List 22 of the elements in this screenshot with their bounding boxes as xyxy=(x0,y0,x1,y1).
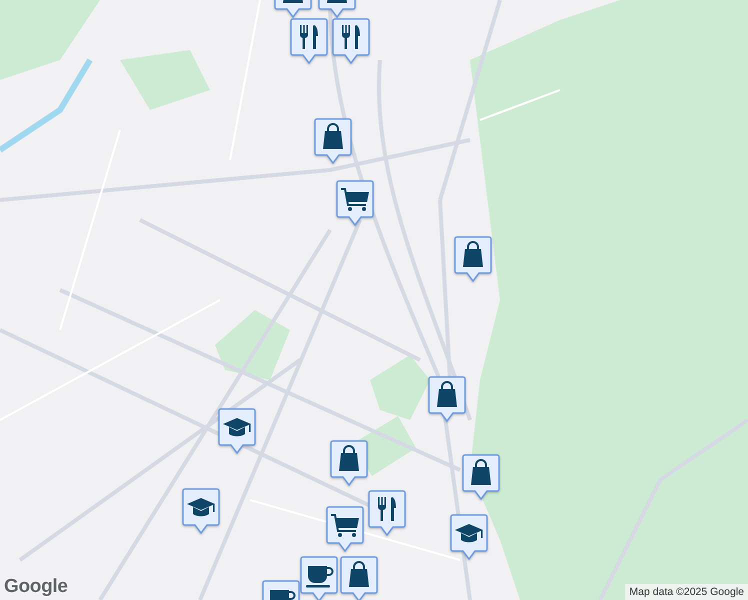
graduation-cap-icon xyxy=(187,498,215,516)
fork-and-knife-icon xyxy=(342,25,360,49)
shopping-bag-icon xyxy=(463,241,483,267)
map-attribution: Map data ©2025 Google xyxy=(625,584,748,600)
shopping-bag-icon xyxy=(349,561,369,587)
shopping-bag-icon xyxy=(437,381,457,407)
map-view[interactable]: Google Map data ©2025 Google xyxy=(0,0,748,600)
graduation-cap-icon xyxy=(455,524,483,542)
coffee-cup-icon xyxy=(270,590,296,600)
shopping-bag-icon xyxy=(471,459,491,485)
shopping-bag-icon xyxy=(283,0,303,3)
coffee-cup-icon xyxy=(306,566,334,588)
shopping-bag-icon xyxy=(327,0,347,3)
shopping-cart-icon xyxy=(331,514,359,537)
shopping-cart-icon xyxy=(341,188,369,211)
fork-and-knife-icon xyxy=(300,25,318,49)
google-logo[interactable]: Google xyxy=(4,576,68,598)
shopping-bag-icon xyxy=(339,445,359,471)
sports-field xyxy=(370,355,430,420)
fork-and-knife-icon xyxy=(378,497,396,521)
shopping-bag-icon xyxy=(323,123,343,149)
graduation-cap-icon xyxy=(223,418,251,436)
